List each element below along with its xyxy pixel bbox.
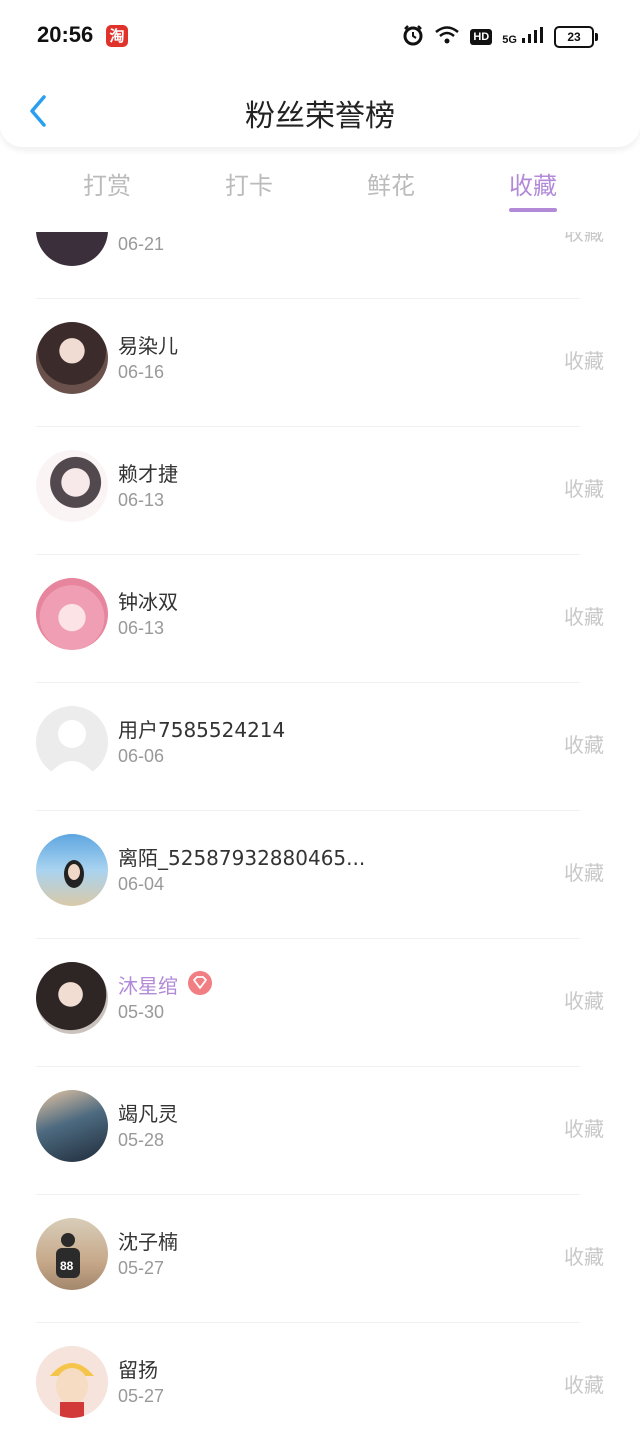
item-action-label: 收藏 <box>564 232 604 245</box>
item-date: 06-21 <box>118 234 165 254</box>
tab-checkin[interactable]: 打卡 <box>189 166 309 201</box>
divider <box>36 1322 580 1323</box>
item-name: 竭凡灵 <box>118 1102 178 1126</box>
avatar[interactable]: 88 <box>36 1218 108 1290</box>
list-item[interactable]: 沐星绾 05-30 收藏 <box>0 940 640 1067</box>
divider <box>36 298 580 299</box>
page-title: 粉丝荣誉榜 <box>245 99 395 134</box>
active-tab-indicator <box>509 208 557 212</box>
list-item[interactable]: 易染儿 06-16 收藏 <box>0 300 640 427</box>
tab-favorites[interactable]: 收藏 <box>473 166 593 201</box>
item-date: 05-28 <box>118 1130 165 1150</box>
avatar[interactable] <box>36 1090 108 1162</box>
item-name: 钟冰双 <box>118 590 178 614</box>
cellular-signal-icon: 5G <box>502 27 544 47</box>
divider <box>36 682 580 683</box>
item-date: 05-27 <box>118 1258 165 1278</box>
list-item[interactable]: 赖才捷 06-13 收藏 <box>0 428 640 555</box>
avatar[interactable] <box>36 578 108 650</box>
item-action-label: 收藏 <box>564 349 604 373</box>
divider <box>36 810 580 811</box>
status-bar: 20:56 淘 HD 5G 23 <box>0 0 640 75</box>
list-item[interactable]: 留扬 05-27 收藏 <box>0 1324 640 1429</box>
tab-bar: 打赏 打卡 鲜花 收藏 <box>0 160 640 220</box>
item-action-label: 收藏 <box>564 861 604 885</box>
item-action-label: 收藏 <box>564 733 604 757</box>
divider <box>36 1066 580 1067</box>
item-action-label: 收藏 <box>564 1117 604 1141</box>
vip-diamond-icon <box>188 971 212 995</box>
list-item[interactable]: 88 沈子楠 05-27 收藏 <box>0 1196 640 1323</box>
default-avatar-icon <box>46 720 98 778</box>
hd-icon: HD <box>470 29 493 45</box>
item-date: 05-27 <box>118 1386 165 1406</box>
svg-text:88: 88 <box>60 1259 74 1273</box>
avatar[interactable] <box>36 706 108 778</box>
divider <box>36 426 580 427</box>
avatar[interactable] <box>36 232 108 266</box>
tab-reward[interactable]: 打赏 <box>47 166 167 201</box>
avatar[interactable] <box>36 322 108 394</box>
wifi-icon <box>434 25 460 49</box>
item-date: 06-13 <box>118 490 165 510</box>
item-name: 沈子楠 <box>118 1230 178 1254</box>
item-date: 06-16 <box>118 362 165 382</box>
list-item[interactable]: 06-21 收藏 <box>0 232 640 299</box>
list-item[interactable]: 钟冰双 06-13 收藏 <box>0 556 640 683</box>
item-date: 06-13 <box>118 618 165 638</box>
alarm-icon <box>402 24 424 50</box>
item-date: 05-30 <box>118 1002 165 1022</box>
item-date: 06-04 <box>118 874 165 894</box>
divider <box>36 938 580 939</box>
tab-flowers[interactable]: 鲜花 <box>331 166 451 201</box>
network-type-label: 5G <box>502 34 517 46</box>
item-action-label: 收藏 <box>564 1373 604 1397</box>
divider <box>36 554 580 555</box>
system-icons: HD 5G 23 <box>402 24 598 50</box>
item-action-label: 收藏 <box>564 605 604 629</box>
item-action-label: 收藏 <box>564 1245 604 1269</box>
item-date: 06-06 <box>118 746 165 766</box>
avatar[interactable] <box>36 450 108 522</box>
item-name: 留扬 <box>118 1358 158 1382</box>
taobao-notification-icon: 淘 <box>106 25 128 47</box>
item-name: 离陌_52587932880465... <box>118 846 366 870</box>
status-time: 20:56 <box>37 22 94 47</box>
avatar[interactable] <box>36 1346 108 1418</box>
battery-icon: 23 <box>554 26 598 48</box>
divider <box>36 1194 580 1195</box>
item-name: 用户7585524214 <box>118 718 286 742</box>
item-name: 赖才捷 <box>118 462 178 486</box>
list-item[interactable]: 离陌_52587932880465... 06-04 收藏 <box>0 812 640 939</box>
header: 粉丝荣誉榜 <box>0 75 640 147</box>
item-name: 易染儿 <box>118 334 178 358</box>
list-item[interactable]: 竭凡灵 05-28 收藏 <box>0 1068 640 1195</box>
avatar[interactable] <box>36 834 108 906</box>
item-action-label: 收藏 <box>564 477 604 501</box>
list-item[interactable]: 用户7585524214 06-06 收藏 <box>0 684 640 811</box>
fan-list: 06-21 收藏 易染儿 06-16 收藏 赖才捷 06-13 收藏 钟冰双 0… <box>0 232 640 1429</box>
item-name: 沐星绾 <box>118 974 178 998</box>
avatar[interactable] <box>36 962 108 1034</box>
item-action-label: 收藏 <box>564 989 604 1013</box>
